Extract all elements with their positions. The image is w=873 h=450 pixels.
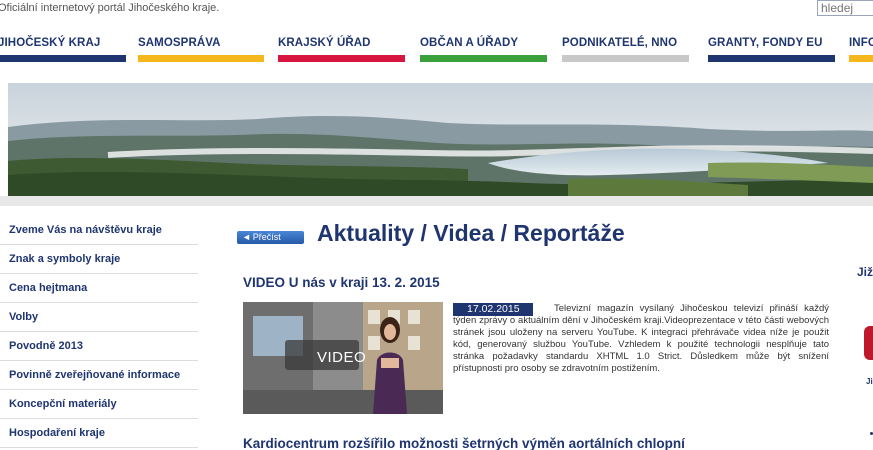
landscape-panorama-image [8, 83, 873, 196]
nav-color-bar [849, 55, 873, 62]
banner-divider [0, 196, 873, 206]
nav-color-bar [708, 55, 835, 62]
sidebar-item-povodne-2013[interactable]: Povodně 2013 [0, 332, 198, 361]
nav-color-bar [420, 55, 547, 62]
page-title: Aktuality / Videa / Reportáže [317, 220, 625, 246]
site-tagline: Oficiální internetový portál Jihočeského… [0, 2, 220, 14]
nav-color-bar [562, 55, 689, 62]
nav-item-krajsky-urad[interactable]: KRAJSKÝ ÚŘAD [278, 33, 405, 65]
sidebar-item-znak-a-symboly[interactable]: Znak a symboly kraje [0, 245, 198, 274]
nav-item-label: JIHOČESKÝ KRAJ [0, 37, 101, 49]
sidebar-item-koncepcni-materialy[interactable]: Koncepční materiály [0, 390, 198, 419]
sidebar-item-zveme-vas[interactable]: Zveme Vás na návštěvu kraje [0, 216, 198, 245]
read-aloud-label: Přečíst [252, 232, 281, 242]
speaker-icon: ◄ [242, 232, 253, 242]
nav-item-label: OBČAN A ÚŘADY [420, 37, 519, 49]
video-overlay-label: VIDEO [317, 349, 367, 366]
nav-item-label: KRAJSKÝ ÚŘAD [278, 37, 371, 49]
sidebar-item-cena-hejtmana[interactable]: Cena hejtmana [0, 274, 198, 303]
nav-item-label: SAMOSPRÁVA [138, 37, 221, 49]
article-date-badge: 17.02.2015 [453, 303, 533, 316]
nav-item-obcan-a-urady[interactable]: OBČAN A ÚŘADY [420, 33, 547, 65]
landscape-banner [8, 83, 873, 196]
nav-color-bar [0, 55, 126, 62]
sidebar-menu: Zveme Vás na návštěvu kraje Znak a symbo… [0, 216, 198, 448]
right-column-caption: Ji [866, 377, 873, 386]
nav-color-bar [278, 55, 405, 62]
nav-item-samosprava[interactable]: SAMOSPRÁVA [138, 33, 264, 65]
article-title-link[interactable]: VIDEO U nás v kraji 13. 2. 2015 [243, 275, 440, 290]
nav-item-label: PODNIKATELÉ, NNO [562, 37, 678, 49]
video-thumbnail[interactable]: VIDEO [243, 302, 443, 414]
nav-item-label: GRANTY, FONDY EU [708, 37, 823, 49]
main-navigation: JIHOČESKÝ KRAJ SAMOSPRÁVA KRAJSKÝ ÚŘAD O… [0, 33, 873, 65]
sidebar-item-hospodareni-kraje[interactable]: Hospodaření kraje [0, 419, 198, 448]
nav-item-granty-fondy-eu[interactable]: GRANTY, FONDY EU [708, 33, 835, 65]
sidebar-item-volby[interactable]: Volby [0, 303, 198, 332]
article-title-link[interactable]: Kardiocentrum rozšířilo možnosti šetrnýc… [243, 436, 685, 450]
search-input[interactable] [817, 0, 873, 16]
sidebar-item-povinne-informace[interactable]: Povinně zveřejňované informace [0, 361, 198, 390]
nav-item-jihocesky-kraj[interactable]: JIHOČESKÝ KRAJ [0, 33, 126, 65]
nav-item-label: INFO [849, 37, 873, 49]
region-logo-icon [864, 326, 873, 360]
read-aloud-button[interactable]: ◄ Přečíst [237, 231, 304, 244]
right-column-heading: Již [857, 265, 873, 279]
nav-item-info[interactable]: INFO [849, 33, 873, 65]
nav-item-podnikatele-nno[interactable]: PODNIKATELÉ, NNO [562, 33, 689, 65]
nav-color-bar [138, 55, 264, 62]
